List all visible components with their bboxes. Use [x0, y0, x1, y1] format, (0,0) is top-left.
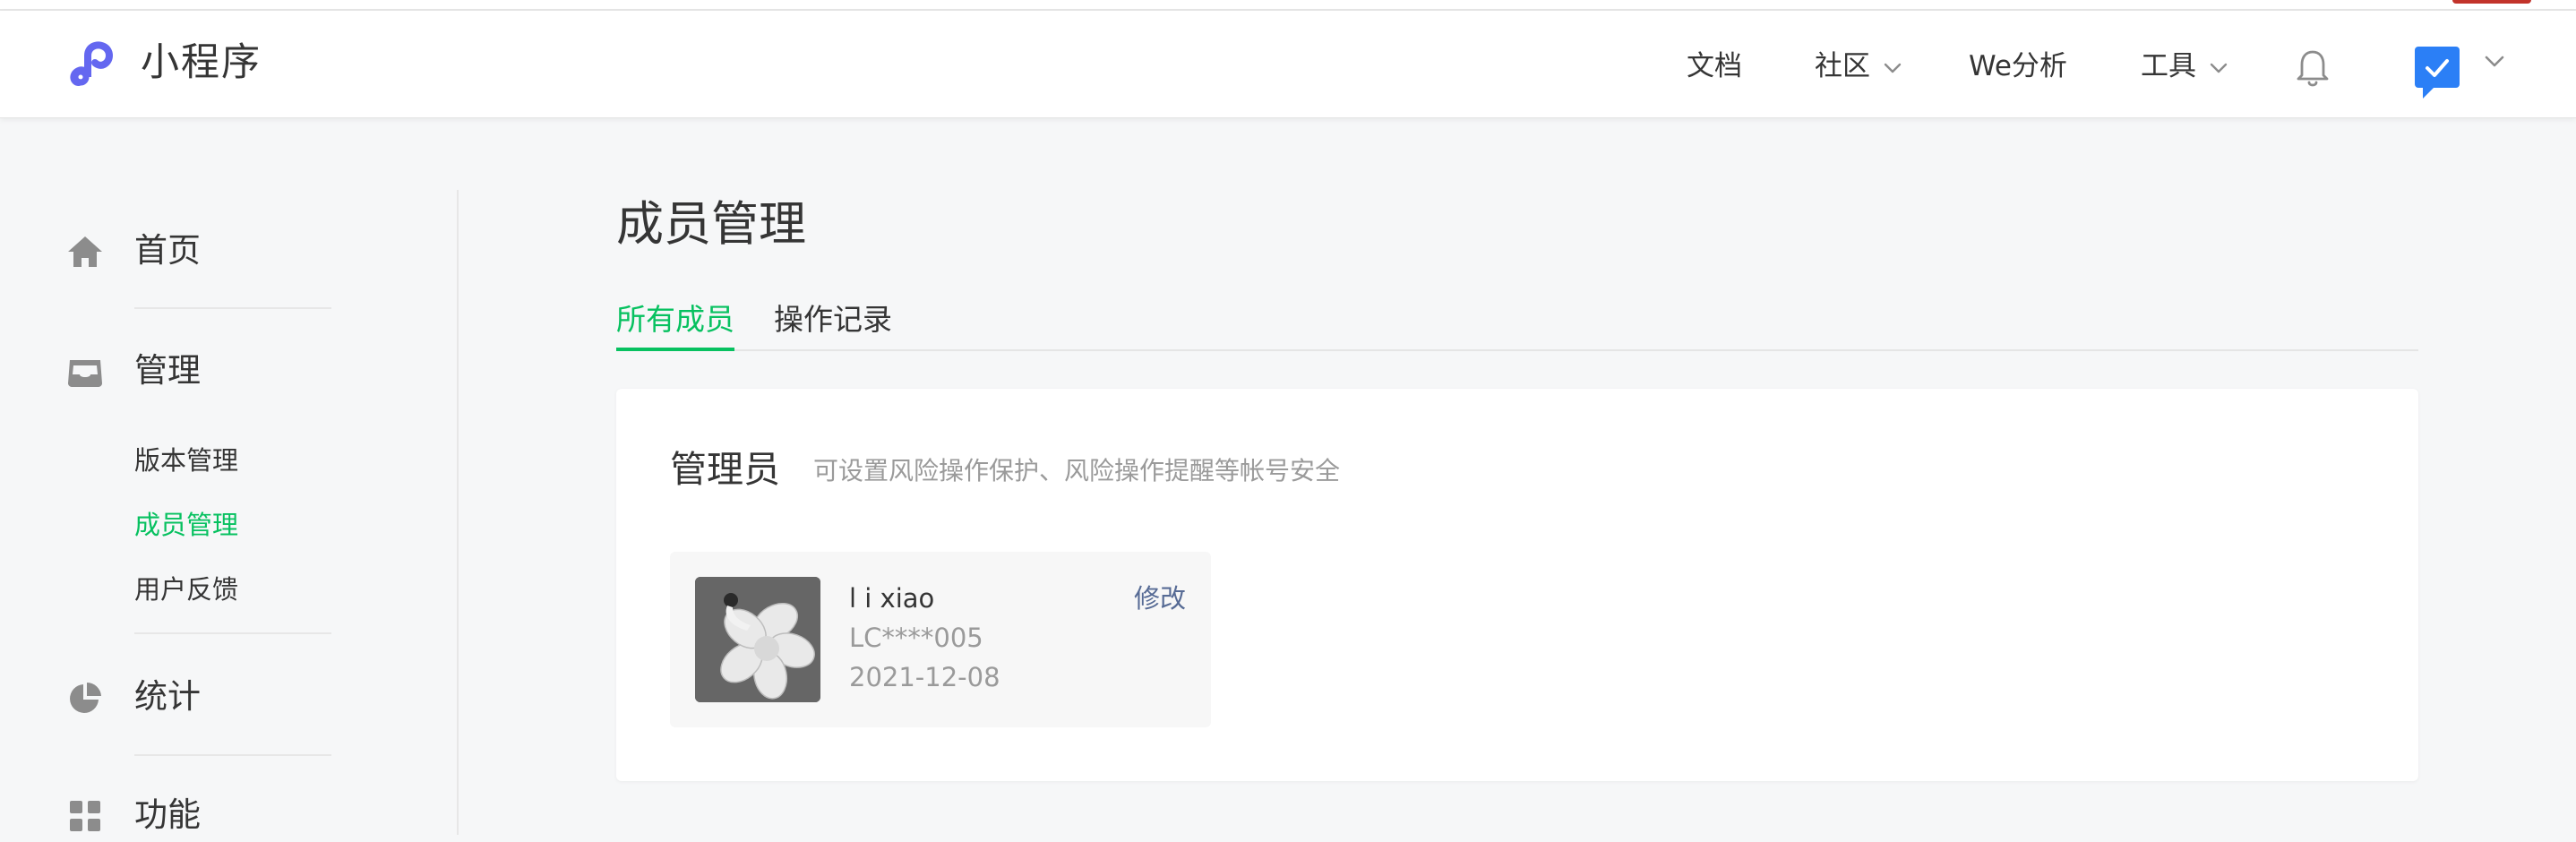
- page-title: 成员管理: [616, 197, 806, 252]
- home-icon: [68, 236, 102, 267]
- member-avatar-image: [695, 577, 820, 702]
- member-card: l i xiao LC****005 2021-12-08 修改: [670, 552, 1211, 727]
- sidebar-item-label: 首页: [134, 231, 201, 270]
- sidebar-divider-line: [134, 632, 331, 634]
- sidebar: 首页 管理 版本管理 成员管理 用户反馈 统计 功能: [0, 118, 459, 835]
- sidebar-subitem-feedback[interactable]: 用户反馈: [134, 570, 238, 609]
- inbox-tray-icon: [68, 360, 102, 387]
- nav-community-label: 社区: [1815, 50, 1870, 82]
- chevron-down-icon: [2210, 63, 2228, 73]
- pie-chart-icon: [70, 682, 101, 713]
- nav-we-analytics[interactable]: We分析: [1969, 47, 2067, 86]
- top-header: 小程序 文档 社区 We分析 工具: [0, 11, 2576, 118]
- grid-icon: [70, 801, 100, 831]
- sidebar-divider: [457, 190, 459, 835]
- section-title: 管理员: [670, 448, 780, 491]
- account-avatar-icon[interactable]: [2414, 43, 2460, 100]
- nav-tools-label: 工具: [2141, 50, 2196, 82]
- member-avatar: [695, 577, 820, 702]
- nav-community[interactable]: 社区: [1815, 47, 1902, 86]
- member-id: LC****005: [849, 623, 983, 653]
- admin-card: 管理员 可设置风险操作保护、风险操作提醒等帐号安全 l i xiao LC***…: [616, 389, 2418, 781]
- nav-docs[interactable]: 文档: [1687, 47, 1742, 86]
- member-tabs: 所有成员 操作记录: [616, 296, 2418, 351]
- brand-title[interactable]: 小程序: [141, 36, 262, 90]
- member-name: l i xiao: [849, 583, 935, 614]
- browser-top-strip: [0, 0, 2576, 11]
- nav-tools[interactable]: 工具: [2141, 47, 2228, 86]
- sidebar-item-label: 管理: [134, 351, 201, 390]
- member-date: 2021-12-08: [849, 662, 1000, 692]
- sidebar-divider-line: [134, 754, 331, 756]
- sidebar-subitem-version[interactable]: 版本管理: [134, 441, 238, 480]
- tab-operation-log[interactable]: 操作记录: [774, 296, 892, 351]
- sidebar-divider-line: [134, 307, 331, 309]
- section-description: 可设置风险操作保护、风险操作提醒等帐号安全: [813, 456, 1341, 485]
- sidebar-subitem-members[interactable]: 成员管理: [134, 505, 238, 545]
- sidebar-item-label: 功能: [134, 795, 201, 834]
- chevron-down-icon: [1884, 63, 1902, 73]
- account-chevron-down-icon[interactable]: [2483, 54, 2506, 70]
- sidebar-item-label: 统计: [134, 677, 201, 716]
- edit-member-link[interactable]: 修改: [1134, 579, 1186, 618]
- miniprogram-logo-icon[interactable]: [66, 36, 127, 97]
- top-red-marker: [2452, 0, 2531, 4]
- tab-all-members[interactable]: 所有成员: [616, 296, 734, 351]
- notification-bell-icon[interactable]: [2293, 47, 2332, 90]
